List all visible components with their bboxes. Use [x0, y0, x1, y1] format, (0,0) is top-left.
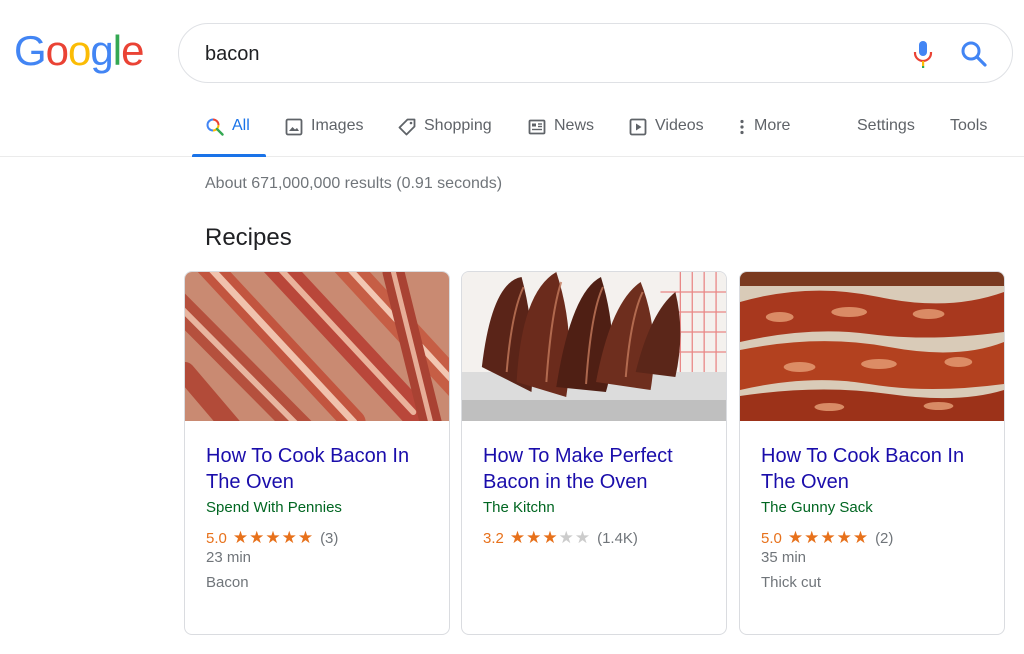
recipe-source: The Kitchn	[483, 499, 555, 516]
tab-label: Videos	[655, 117, 704, 134]
recipes-heading: Recipes	[205, 224, 292, 251]
more-vert-icon	[740, 119, 744, 135]
active-tab-indicator	[192, 154, 266, 157]
recipe-rating: 5.0 ★★★★★ (2)	[761, 528, 893, 548]
recipe-title-link[interactable]: How To Cook Bacon In The Oven	[761, 443, 991, 495]
search-box[interactable]	[178, 23, 1013, 83]
star-rating-icon: ★★★★★	[787, 528, 870, 547]
logo-letter: o	[68, 27, 91, 74]
tab-shopping[interactable]: Shopping	[398, 117, 492, 157]
bacon-photo-thumbnail	[740, 272, 1004, 421]
bacon-photo-thumbnail	[185, 272, 449, 421]
logo-letter: l	[112, 27, 122, 74]
tab-label: More	[754, 117, 791, 134]
recipe-rating: 5.0 ★★★★★ (3)	[206, 528, 338, 548]
review-count: (3)	[320, 529, 339, 547]
recipe-time: 35 min	[761, 549, 807, 566]
recipe-source: Spend With Pennies	[206, 499, 342, 516]
recipe-card[interactable]: How To Cook Bacon In The Oven The Gunny …	[739, 271, 1005, 635]
search-multicolor-icon	[206, 118, 224, 136]
recipe-rating: 3.2 ★★★★★ (1.4K)	[483, 528, 638, 548]
recipe-title-link[interactable]: How To Make Perfect Bacon in the Oven	[483, 443, 713, 495]
logo-letter: G	[14, 27, 47, 74]
tab-all[interactable]: All	[192, 117, 266, 157]
logo-letter: e	[121, 27, 144, 74]
tools-link[interactable]: Tools	[950, 117, 987, 157]
google-logo[interactable]: Google	[14, 27, 144, 74]
recipe-card[interactable]: How To Cook Bacon In The Oven Spend With…	[184, 271, 450, 635]
recipe-ingredient: Bacon	[206, 574, 249, 591]
play-icon	[629, 118, 647, 136]
image-icon	[285, 118, 303, 136]
newspaper-icon	[528, 119, 546, 135]
search-tabs: All Images Shopping News Videos More Set…	[0, 100, 1024, 157]
rating-value: 3.2	[483, 529, 504, 547]
tab-more[interactable]: More	[738, 117, 790, 157]
logo-letter: o	[45, 27, 69, 74]
tab-label: All	[232, 117, 250, 134]
star-rating-icon: ★★★★★	[509, 528, 592, 547]
recipe-title-link[interactable]: How To Cook Bacon In The Oven	[206, 443, 436, 495]
tab-label: Images	[311, 117, 364, 134]
tab-label: News	[554, 117, 595, 134]
review-count: (1.4K)	[597, 529, 638, 547]
microphone-icon[interactable]	[912, 40, 934, 68]
bacon-photo-thumbnail	[462, 272, 726, 421]
star-rating-icon: ★★★★★	[232, 528, 315, 547]
tab-videos[interactable]: Videos	[629, 117, 704, 157]
recipe-card[interactable]: How To Make Perfect Bacon in the Oven Th…	[461, 271, 727, 635]
recipe-source: The Gunny Sack	[761, 499, 873, 516]
rating-value: 5.0	[206, 529, 227, 547]
recipe-ingredient: Thick cut	[761, 574, 822, 591]
search-input[interactable]	[205, 38, 885, 70]
review-count: (2)	[875, 529, 894, 547]
result-stats: About 671,000,000 results (0.91 seconds)	[205, 175, 503, 192]
search-icon[interactable]	[959, 39, 989, 69]
recipe-time: 23 min	[206, 549, 252, 566]
tab-news[interactable]: News	[528, 117, 594, 157]
tab-label: Shopping	[424, 117, 492, 134]
rating-value: 5.0	[761, 529, 782, 547]
logo-letter: g	[90, 27, 113, 74]
tag-icon	[398, 118, 416, 136]
tab-images[interactable]: Images	[285, 117, 363, 157]
settings-link[interactable]: Settings	[857, 117, 915, 157]
